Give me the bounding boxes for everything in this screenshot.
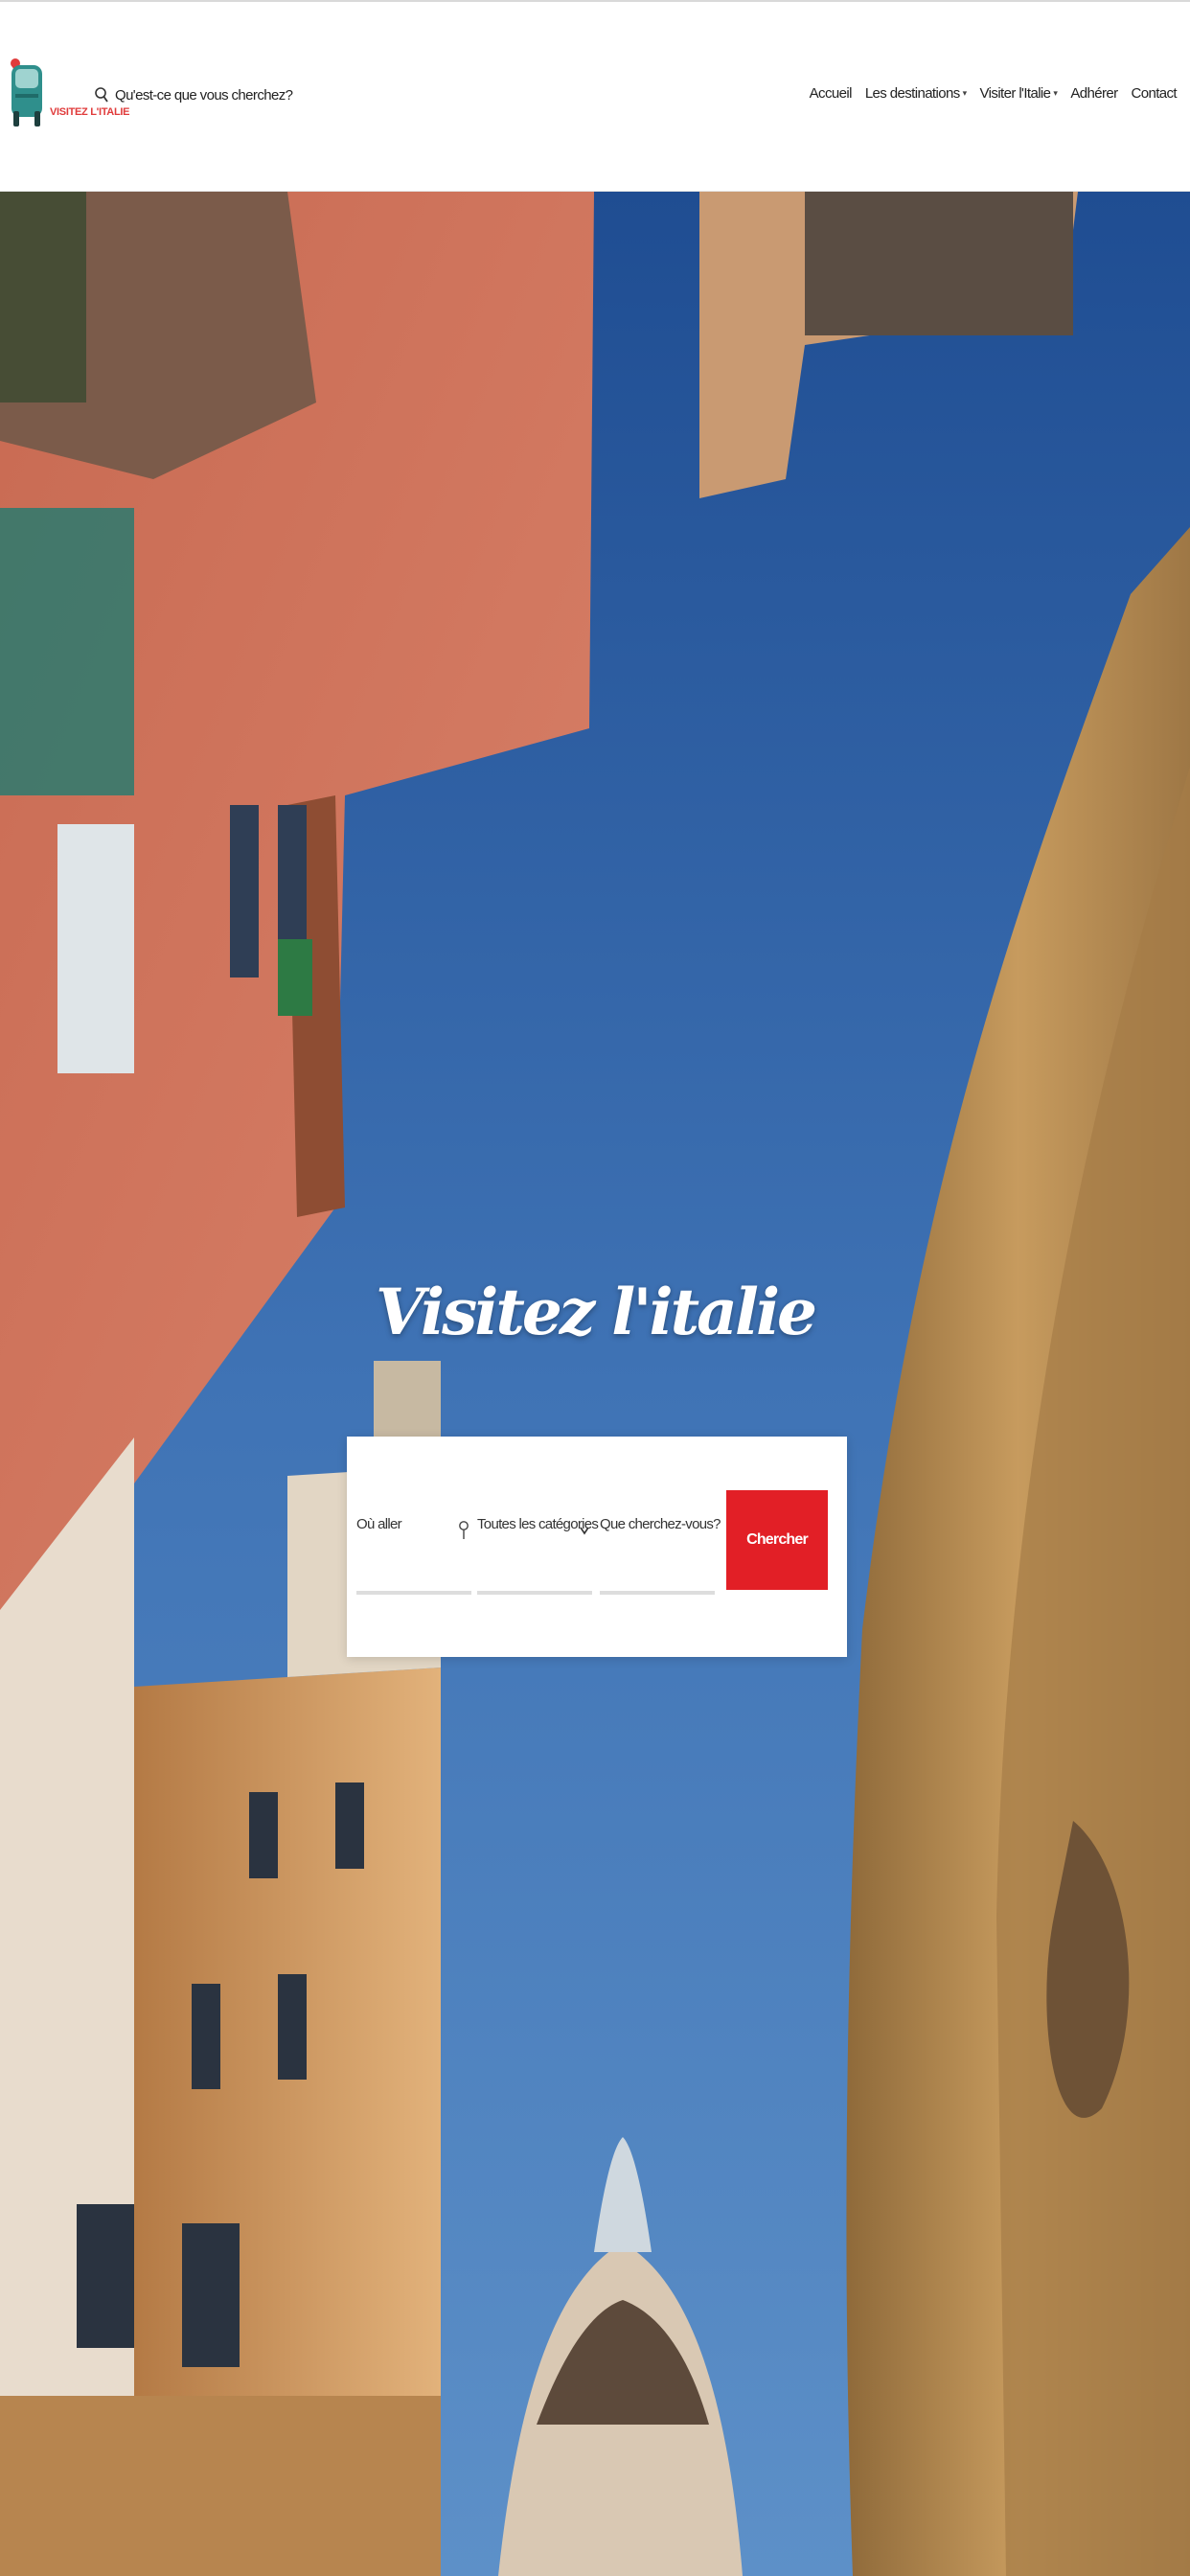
site-header: VISITEZ L'ITALIE Qu'est-ce que vous cher…	[0, 0, 1190, 192]
main-nav: Accueil Les destinations ▾ Visiter l'Ita…	[809, 85, 1178, 102]
header-search-label: Qu'est-ce que vous cherchez?	[115, 86, 293, 104]
chevron-down-icon: ▾	[1053, 88, 1058, 98]
nav-item-accueil[interactable]: Accueil	[809, 85, 853, 102]
chevron-down-icon	[580, 1527, 589, 1535]
chevron-down-icon: ▾	[962, 88, 968, 98]
nav-item-label: Les destinations	[864, 85, 960, 102]
hero-background-image	[0, 192, 1190, 2576]
hero-section: Visitez l'italie Où aller Toutes les cat…	[0, 192, 1190, 2576]
header-search[interactable]: Qu'est-ce que vous cherchez?	[94, 86, 293, 104]
what-field-placeholder: Que cherchez-vous?	[600, 1516, 721, 1532]
nav-item-label: Visiter l'Italie	[979, 85, 1051, 102]
nav-item-label: Accueil	[809, 85, 853, 102]
search-form: Où aller Toutes les catégories Que cherc…	[347, 1437, 847, 1657]
nav-item-destinations[interactable]: Les destinations ▾	[865, 85, 967, 102]
search-submit-button[interactable]: Chercher	[726, 1490, 828, 1590]
what-field[interactable]: Que cherchez-vous?	[600, 1489, 721, 1595]
nav-item-visiter[interactable]: Visiter l'Italie ▾	[980, 85, 1058, 102]
where-field[interactable]: Où aller	[356, 1489, 471, 1595]
car-logo-icon	[11, 58, 42, 126]
hero-title: Visitez l'italie	[375, 1275, 817, 1349]
search-icon	[95, 87, 108, 103]
where-field-placeholder: Où aller	[356, 1516, 402, 1532]
site-logo[interactable]: VISITEZ L'ITALIE	[8, 52, 129, 142]
category-select[interactable]: Toutes les catégories	[477, 1489, 599, 1595]
nav-item-label: Contact	[1131, 85, 1178, 102]
location-pin-icon	[459, 1521, 469, 1539]
nav-item-label: Adhérer	[1070, 85, 1118, 102]
nav-item-contact[interactable]: Contact	[1132, 85, 1178, 102]
logo-text: VISITEZ L'ITALIE	[50, 106, 130, 118]
nav-item-adherer[interactable]: Adhérer	[1070, 85, 1118, 102]
